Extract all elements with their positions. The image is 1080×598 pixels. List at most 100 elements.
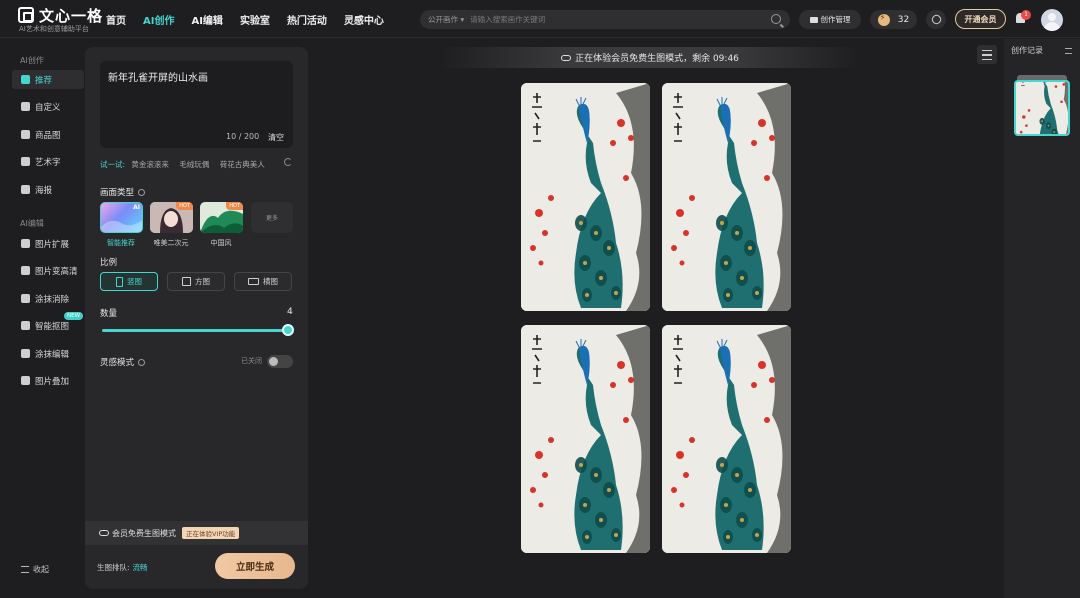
style-anime[interactable]: HOT: [150, 202, 193, 233]
peacock-painting: [521, 325, 650, 553]
vip-mode-strip: 会员免费生图模式 正在体验VIP功能: [85, 521, 308, 545]
peacock-painting: [662, 325, 791, 553]
sidebar-item-label: 涂抹编辑: [35, 349, 70, 360]
sidebar-item-upscale[interactable]: 图片变高清: [12, 261, 84, 280]
style-smart-label: 智能推荐: [107, 239, 135, 247]
info-icon[interactable]: [138, 189, 146, 196]
eraser-icon: [21, 294, 30, 303]
inspire-toggle[interactable]: [267, 355, 293, 368]
style-anime-label: 唯美二次元: [153, 239, 189, 247]
history-panel: 创作记录: [1004, 39, 1080, 598]
queue-label: 生图排队:: [97, 563, 130, 572]
ratio-label: 比例: [100, 258, 118, 268]
nav-events[interactable]: 热门活动: [287, 12, 327, 27]
prompt-text[interactable]: 新年孔雀开屏的山水画: [108, 69, 208, 84]
clear-button[interactable]: 清空: [268, 132, 284, 143]
logo-icon[interactable]: [18, 7, 34, 23]
expand-icon: [21, 239, 30, 248]
sidebar-item-poster[interactable]: 海报: [12, 180, 84, 199]
app-title[interactable]: 文心一格: [39, 5, 103, 26]
link-icon: [929, 13, 943, 26]
sidebar-item-cutout[interactable]: 智能抠图 NEW: [12, 312, 84, 335]
sidebar-item-recommend[interactable]: 推荐: [12, 70, 84, 89]
queue-value: 流畅: [132, 563, 148, 572]
sidebar-item-label: 自定义: [35, 102, 61, 113]
nav-home[interactable]: 首页: [106, 12, 126, 27]
nav-ai-create[interactable]: AI创作: [143, 12, 174, 27]
suggestion-chip[interactable]: 黄金滚滚来: [131, 160, 169, 169]
generate-button[interactable]: 立即生成: [215, 553, 295, 579]
result-image-4[interactable]: [662, 325, 791, 553]
sidebar-item-label: 艺术字: [35, 157, 61, 168]
sidebar-item-smear-edit[interactable]: 涂抹编辑: [12, 344, 84, 363]
refresh-icon[interactable]: [284, 158, 292, 166]
quantity-slider[interactable]: [102, 329, 288, 332]
ratio-landscape[interactable]: 横图: [234, 272, 292, 291]
sidebar-item-label: 涂抹消除: [35, 294, 70, 305]
list-view-icon[interactable]: [977, 45, 997, 64]
ratio-portrait[interactable]: 竖图: [100, 272, 158, 291]
sidebar-item-art-text[interactable]: 艺术字: [12, 152, 84, 171]
creation-panel: 新年孔雀开屏的山水画 10 / 200 清空 试一试: 黄金滚滚来 毛绒玩偶 荷…: [85, 47, 308, 589]
style-more-button[interactable]: 更多: [251, 202, 293, 233]
new-badge: NEW: [64, 312, 84, 320]
sidebar-item-product[interactable]: 商品图: [12, 125, 84, 144]
trial-banner-text: 正在体验会员免费生图模式，剩余 09:46: [575, 54, 739, 64]
open-vip-button[interactable]: 开通会员: [955, 9, 1006, 29]
suggestion-chip[interactable]: 毛绒玩偶: [179, 160, 209, 169]
history-title: 创作记录: [1011, 46, 1043, 55]
sidebar-item-label: 推荐: [35, 75, 53, 86]
sidebar-item-expand[interactable]: 图片扩展: [12, 234, 84, 253]
search-bar[interactable]: 公开画作 ▾ 请输入搜索画作关键词: [420, 10, 790, 29]
hot-tag: HOT: [176, 202, 193, 210]
search-input[interactable]: 请输入搜索画作关键词: [470, 14, 545, 25]
collapse-button[interactable]: 收起: [21, 564, 49, 575]
style-smart[interactable]: AI: [100, 202, 143, 233]
lightning-coin-icon: [877, 13, 890, 26]
char-counter: 10 / 200: [226, 132, 260, 141]
app-subtitle: AI艺术和创意辅助平台: [19, 25, 89, 33]
search-icon[interactable]: [771, 14, 781, 24]
menu-icon[interactable]: [1065, 48, 1072, 54]
ratio-square[interactable]: 方图: [167, 272, 225, 291]
result-image-2[interactable]: [662, 83, 791, 311]
square-icon: [182, 277, 191, 286]
prompt-textarea[interactable]: 新年孔雀开屏的山水画 10 / 200 清空: [100, 61, 293, 148]
sidebar-item-overlay[interactable]: 图片叠加: [12, 371, 84, 390]
suggestion-chip[interactable]: 荷花古典美人: [220, 160, 265, 169]
points-button[interactable]: 32: [870, 10, 917, 29]
peacock-painting: [521, 83, 650, 311]
sidebar-item-erase[interactable]: 涂抹消除: [12, 289, 84, 308]
cutout-icon: [21, 321, 30, 330]
quantity-slider-handle[interactable]: [282, 324, 294, 336]
nav-lab[interactable]: 实验室: [240, 12, 270, 27]
manage-button[interactable]: 创作管理: [799, 10, 861, 29]
history-thumbnail[interactable]: [1014, 80, 1070, 136]
share-link-button[interactable]: [926, 10, 946, 29]
infinity-icon: [99, 530, 109, 536]
info-icon[interactable]: [138, 359, 146, 366]
result-image-3[interactable]: [521, 325, 650, 553]
inspire-section-label: 灵感模式: [100, 356, 146, 368]
search-scope-dropdown[interactable]: 公开画作 ▾: [428, 14, 464, 25]
main-nav: 首页 AI创作 AI编辑 实验室 热门活动 灵感中心: [106, 12, 401, 27]
folder-icon: [809, 16, 818, 23]
image-icon: [21, 130, 30, 139]
result-image-1[interactable]: [521, 83, 650, 311]
style-label: 画面类型: [100, 188, 135, 198]
style-section-label: 画面类型: [100, 186, 146, 198]
nav-ai-edit[interactable]: AI编辑: [191, 12, 222, 27]
sidebar-item-label: 商品图: [35, 130, 61, 141]
user-avatar[interactable]: [1041, 9, 1063, 31]
style-chinese[interactable]: HOT: [200, 202, 243, 233]
sidebar-item-custom[interactable]: 自定义: [12, 97, 84, 116]
style-chinese-label: 中国风: [210, 239, 232, 247]
peacock-thumbnail: [1016, 82, 1070, 136]
queue-status: 生图排队: 流畅: [97, 562, 148, 573]
infinity-icon: [561, 54, 572, 61]
trial-banner: 正在体验会员免费生图模式，剩余 09:46: [440, 47, 860, 68]
sidebar: AI创作 推荐 自定义 商品图 艺术字 海报 AI编辑 图片扩展 图片变高清 涂…: [8, 46, 84, 590]
sidebar-item-label: 海报: [35, 185, 53, 196]
nav-inspiration[interactable]: 灵感中心: [344, 12, 384, 27]
try-suggestions: 试一试: 黄金滚滚来 毛绒玩偶 荷花古典美人: [100, 159, 273, 170]
